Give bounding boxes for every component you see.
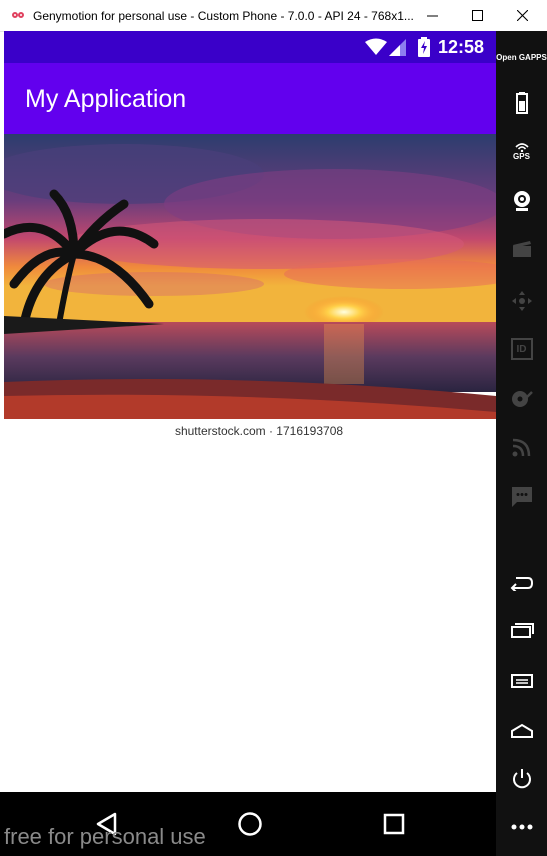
sms-icon[interactable] [496,477,547,517]
open-gapps-label: Open GAPPS [496,52,547,62]
app-bar: My Application [4,63,496,134]
image-caption: shutterstock.com · 1716193708 [4,419,496,443]
webcam-icon[interactable] [496,181,547,221]
gps-icon[interactable]: GPS [496,131,547,171]
recent-apps-icon[interactable] [376,806,412,842]
status-bar: 12:58 [4,31,496,63]
id-icon[interactable]: ID [496,329,547,369]
wifi-icon [365,38,387,55]
power-icon[interactable] [496,759,547,799]
gps-label: GPS [513,151,530,161]
dpad-icon[interactable] [496,281,547,321]
cell-signal-icon [389,39,406,56]
clapperboard-icon[interactable] [496,229,547,269]
personal-use-watermark: free for personal use [4,824,206,849]
genymotion-sidebar: Open GAPPS GPS ID [496,31,547,856]
battery-icon[interactable] [496,83,547,123]
genymotion-logo-icon [12,9,26,23]
window-title: Genymotion for personal use - Custom Pho… [33,8,414,23]
window-titlebar: Genymotion for personal use - Custom Pho… [0,0,547,32]
device-screen: 12:58 My Application shutterstock.com · … [4,31,496,792]
status-time: 12:58 [437,37,484,57]
sidebar-menu-icon[interactable] [496,661,547,701]
close-button[interactable] [500,0,544,31]
sidebar-home-icon[interactable] [496,711,547,751]
sidebar-back-icon[interactable] [496,563,547,603]
more-icon[interactable] [496,807,547,847]
sidebar-recent-apps-icon[interactable] [496,611,547,651]
minimize-button[interactable] [410,0,454,31]
id-label: ID [510,338,533,360]
battery-charging-icon [418,37,430,57]
app-title: My Application [25,85,187,113]
home-icon[interactable] [232,806,268,842]
maximize-button[interactable] [455,0,499,31]
broadcast-icon[interactable] [496,427,547,467]
open-gapps-button[interactable]: Open GAPPS [496,37,547,77]
sunset-beach-image [4,134,496,419]
disk-icon[interactable] [496,379,547,419]
